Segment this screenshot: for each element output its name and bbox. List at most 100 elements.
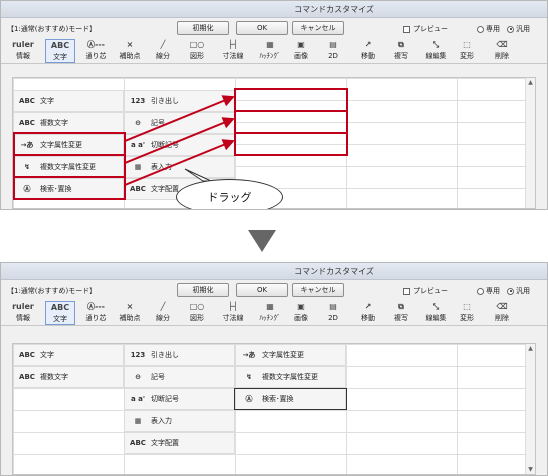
vertical-scrollbar[interactable]: ▲: [525, 78, 535, 208]
command-cell[interactable]: ⊖ 記号: [124, 366, 235, 388]
preview-checkbox[interactable]: プレビュー: [403, 286, 448, 296]
toolbar-button-12[interactable]: ⤡ 線編集: [421, 301, 451, 325]
command-cell[interactable]: ABC 複数文字: [13, 112, 124, 134]
scroll-up-icon[interactable]: ▲: [527, 79, 534, 86]
control-bar: 【1:通常(おすすめ)モード】 初期化 OK キャンセル プレビュー 専用 汎用: [1, 18, 547, 38]
toolbar-label: 線編集: [425, 314, 447, 322]
command-label: 文字: [40, 351, 54, 359]
toolbar-button-4[interactable]: ╱ 線分: [151, 39, 175, 63]
command-cell[interactable]: ABC 文字配置: [124, 432, 235, 454]
toolbar-icon: ⧉: [398, 302, 404, 311]
toolbar-icon: ⌫: [496, 40, 508, 49]
command-label: 文字属性変更: [262, 351, 304, 359]
ok-button[interactable]: OK: [236, 283, 288, 297]
toolbar-icon: ▦: [266, 40, 274, 49]
command-cell[interactable]: ↯ 複数文字属性変更: [235, 366, 346, 388]
command-cell[interactable]: ▦ 表入力: [124, 156, 235, 178]
init-button[interactable]: 初期化: [177, 21, 229, 35]
toolbar-icon: ⤡: [432, 40, 440, 49]
checkbox-box[interactable]: [403, 25, 410, 33]
command-toolbar: ruler 情報 ABC 文字 Ⓐ--- 通り芯 × 補助点 ╱ 線分 □○ 図形 ├┤ 寸法線 ▦ ﾊｯﾁﾝ…: [1, 300, 547, 326]
drag-bubble: ドラッグ: [176, 179, 283, 209]
toolbar-button-14[interactable]: ⌫ 削除: [488, 301, 516, 325]
command-icon: →あ: [242, 351, 256, 359]
toolbar-button-8[interactable]: ▣ 画像: [288, 39, 314, 63]
toolbar-icon: ▤: [329, 302, 337, 311]
radio-exclusive[interactable]: 専用: [477, 24, 500, 34]
toolbar-button-9[interactable]: ▤ 2D: [320, 301, 346, 325]
radio-dot[interactable]: [507, 25, 514, 33]
toolbar-button-6[interactable]: ├┤ 寸法線: [217, 39, 249, 63]
toolbar-button-3[interactable]: × 補助点: [115, 301, 145, 325]
toolbar-button-2[interactable]: Ⓐ--- 通り芯: [81, 39, 111, 63]
toolbar-label: 移動: [361, 314, 375, 322]
toolbar-button-9[interactable]: ▤ 2D: [320, 39, 346, 63]
toolbar-button-6[interactable]: ├┤ 寸法線: [217, 301, 249, 325]
toolbar-button-7[interactable]: ▦ ﾊｯﾁﾝｸﾞ: [255, 301, 285, 325]
command-label: 切断記号: [151, 141, 179, 149]
radio-dot[interactable]: [477, 287, 484, 295]
source-highlight: [13, 176, 126, 200]
preview-checkbox[interactable]: プレビュー: [403, 24, 448, 34]
command-icon: a a': [130, 395, 146, 403]
toolbar-label: 情報: [16, 314, 30, 322]
toolbar-button-11[interactable]: ⧉ 複写: [387, 301, 415, 325]
toolbar-button-10[interactable]: ↗ 移動: [353, 39, 383, 63]
toolbar-label: 画像: [294, 52, 308, 60]
command-cell[interactable]: ABC 文字: [13, 90, 124, 112]
toolbar-button-1[interactable]: ABC 文字: [45, 39, 75, 63]
toolbar-button-0[interactable]: ruler 情報: [9, 39, 37, 63]
cancel-button[interactable]: キャンセル: [292, 21, 344, 35]
toolbar-button-5[interactable]: □○ 図形: [182, 301, 212, 325]
toolbar-button-14[interactable]: ⌫ 削除: [488, 39, 516, 63]
toolbar-button-3[interactable]: × 補助点: [115, 39, 145, 63]
toolbar-button-7[interactable]: ▦ ﾊｯﾁﾝｸﾞ: [255, 39, 285, 63]
radio-general[interactable]: 汎用: [507, 286, 530, 296]
command-cell[interactable]: a a' 切断記号: [124, 388, 235, 410]
toolbar-label: 補助点: [119, 314, 141, 322]
radio-dot[interactable]: [477, 25, 484, 33]
vertical-scrollbar[interactable]: ▲ ▼: [525, 344, 535, 474]
init-button[interactable]: 初期化: [177, 283, 229, 297]
toolbar-button-10[interactable]: ↗ 移動: [353, 301, 383, 325]
toolbar-icon: ▣: [297, 302, 305, 311]
command-cell[interactable]: 123 引き出し: [124, 90, 235, 112]
command-icon: a a': [130, 141, 146, 149]
toolbar-button-1[interactable]: ABC 文字: [45, 301, 75, 325]
toolbar-icon: ⌫: [496, 302, 508, 311]
toolbar-icon: ruler: [12, 40, 34, 49]
radio-exclusive[interactable]: 専用: [477, 286, 500, 296]
window-title: コマンドカスタマイズ: [1, 263, 547, 280]
toolbar-button-2[interactable]: Ⓐ--- 通り芯: [81, 301, 111, 325]
toolbar-label: 寸法線: [222, 314, 244, 322]
command-icon: ⊖: [135, 119, 141, 127]
command-cell[interactable]: a a' 切断記号: [124, 134, 235, 156]
command-cell[interactable]: →あ 文字属性変更: [235, 344, 346, 366]
command-cell[interactable]: ▦ 表入力: [124, 410, 235, 432]
toolbar-icon: ├┤: [228, 302, 238, 311]
command-icon: ABC: [19, 351, 35, 359]
toolbar-button-4[interactable]: ╱ 線分: [151, 301, 175, 325]
command-cell[interactable]: 123 引き出し: [124, 344, 235, 366]
scroll-down-icon[interactable]: ▼: [527, 466, 534, 473]
toolbar-button-12[interactable]: ⤡ 線編集: [421, 39, 451, 63]
toolbar-button-0[interactable]: ruler 情報: [9, 301, 37, 325]
toolbar-button-13[interactable]: ⬚ 変形: [453, 39, 481, 63]
command-label: 文字配置: [151, 185, 179, 193]
radio-dot[interactable]: [507, 287, 514, 295]
toolbar-button-8[interactable]: ▣ 画像: [288, 301, 314, 325]
command-cell[interactable]: ABC 文字: [13, 344, 124, 366]
command-cell[interactable]: ⊖ 記号: [124, 112, 235, 134]
command-label: 文字: [40, 97, 54, 105]
scroll-up-icon[interactable]: ▲: [527, 345, 534, 352]
command-icon: 123: [130, 97, 146, 105]
ok-button[interactable]: OK: [236, 21, 288, 35]
toolbar-button-11[interactable]: ⧉ 複写: [387, 39, 415, 63]
toolbar-button-5[interactable]: □○ 図形: [182, 39, 212, 63]
radio-general[interactable]: 汎用: [507, 24, 530, 34]
checkbox-box[interactable]: [403, 287, 410, 295]
toolbar-button-13[interactable]: ⬚ 変形: [453, 301, 481, 325]
command-cell[interactable]: ABC 複数文字: [13, 366, 124, 388]
cancel-button[interactable]: キャンセル: [292, 283, 344, 297]
toolbar-label: 文字: [53, 53, 67, 61]
